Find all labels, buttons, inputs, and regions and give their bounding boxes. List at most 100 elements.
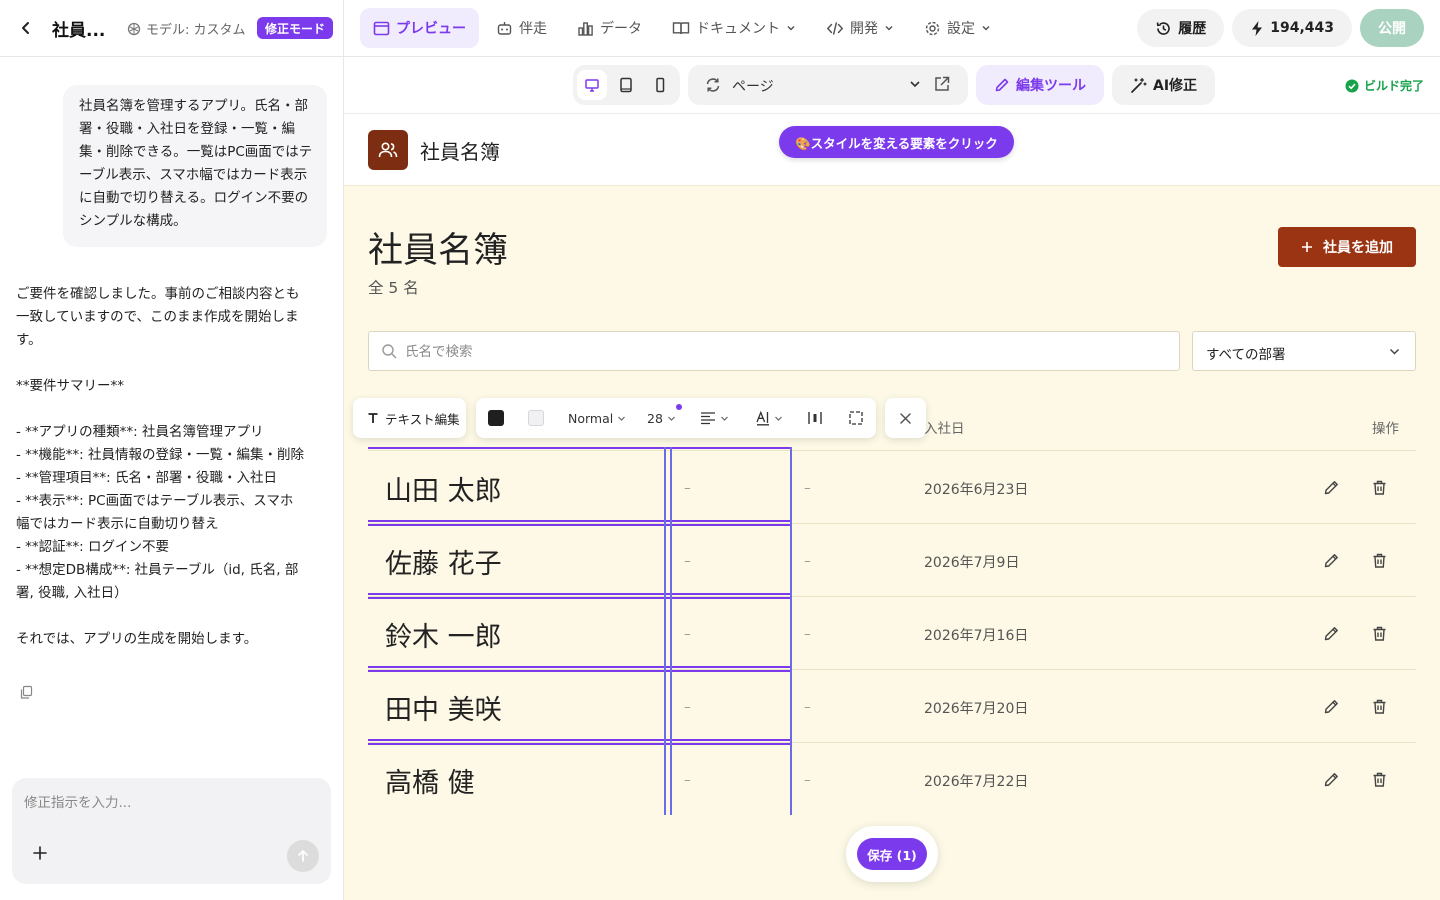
delete-row-button[interactable] [1371, 625, 1388, 646]
selection-outline [368, 447, 792, 449]
close-icon [900, 412, 911, 424]
nav-preview[interactable]: プレビュー [360, 8, 479, 48]
delete-row-button[interactable] [1371, 552, 1388, 573]
row-name[interactable]: 高橋 健 [385, 761, 475, 800]
copy-icon[interactable] [19, 685, 34, 704]
row-hire-date: 2026年7月16日 [924, 628, 1029, 644]
nav-docs[interactable]: ドキュメント [659, 8, 809, 48]
save-button[interactable]: 保存 (1) [857, 838, 927, 870]
project-header: 社員... モデル: カスタム 修正モード [0, 0, 344, 56]
row-name[interactable]: 鈴木 一郎 [385, 615, 502, 654]
main-nav: プレビュー 伴走 データ ドキュメント 開発 設定 [360, 8, 1004, 48]
trash-icon [1373, 553, 1386, 568]
edit-row-button[interactable] [1323, 552, 1340, 573]
top-actions: 履歴 194,443 公開 [1137, 8, 1424, 48]
column-header-actions: 操作 [1372, 421, 1399, 437]
chevron-down-icon [787, 25, 795, 31]
row-name[interactable]: 山田 太郎 [385, 469, 502, 508]
row-hire-date: 2026年6月23日 [924, 482, 1029, 498]
border-button[interactable] [848, 410, 864, 426]
text-edit-button[interactable]: テキスト編集 [353, 398, 466, 438]
click-hint-banner: 🎨スタイルを変える要素をクリック [779, 126, 1014, 158]
desktop-icon [585, 79, 599, 92]
model-icon [127, 22, 141, 35]
edit-row-button[interactable] [1323, 771, 1340, 792]
text-style-toolbar: Normal 28 [476, 398, 876, 438]
chevron-down-icon [721, 416, 728, 421]
chevron-down-icon [618, 416, 626, 421]
credits-button[interactable]: 194,443 [1232, 9, 1352, 47]
selection-outline [368, 597, 792, 599]
page-title[interactable]: 社員名簿 [368, 222, 508, 273]
text-icon [368, 413, 378, 423]
row-name[interactable]: 佐藤 花子 [385, 542, 502, 581]
pencil-icon [1324, 554, 1338, 568]
plus-icon[interactable] [32, 845, 48, 865]
trash-icon [1373, 699, 1386, 714]
selection-outline [368, 593, 792, 595]
delete-row-button[interactable] [1371, 698, 1388, 719]
pencil-icon [1324, 481, 1338, 495]
back-button[interactable] [14, 16, 38, 40]
delete-row-button[interactable] [1371, 771, 1388, 792]
pencil-icon [995, 78, 1009, 92]
send-button[interactable] [287, 840, 319, 872]
ai-fix-label: AI修正 [1153, 78, 1198, 94]
chat-panel: 社員名簿を管理するアプリ。氏名・部署・役職・入社日を登録・一覧・編集・削除できる… [0, 57, 344, 900]
refresh-icon[interactable] [704, 76, 722, 98]
selection-outline [664, 447, 666, 815]
app-name: 社員... [52, 21, 106, 41]
nav-data[interactable]: データ [564, 8, 655, 48]
tablet-view-button[interactable] [611, 70, 641, 100]
code-icon [826, 21, 844, 35]
mode-badge: 修正モード [257, 17, 334, 39]
row-role: – [804, 626, 811, 642]
row-name[interactable]: 田中 美咲 [385, 688, 502, 727]
page-selector[interactable]: ページ [688, 65, 968, 105]
font-size-select[interactable]: 28 [647, 411, 676, 426]
row-hire-date: 2026年7月20日 [924, 701, 1029, 717]
font-size-value: 28 [647, 411, 663, 426]
add-employee-button[interactable]: 社員を追加 [1278, 227, 1416, 267]
nav-settings[interactable]: 設定 [911, 8, 1004, 48]
external-link-icon[interactable] [933, 75, 951, 97]
selection-outline [368, 743, 792, 745]
text-style-select[interactable]: Normal [568, 411, 626, 426]
selection-outline [790, 447, 792, 815]
nav-dev[interactable]: 開発 [813, 8, 907, 48]
search-input[interactable] [405, 341, 1145, 363]
arrow-up-icon [298, 850, 308, 862]
department-filter[interactable]: すべての部署 [1192, 331, 1416, 371]
background-color-swatch[interactable] [528, 410, 544, 426]
nav-companion[interactable]: 伴走 [483, 8, 560, 48]
edit-row-button[interactable] [1323, 698, 1340, 719]
text-color-swatch[interactable] [488, 410, 504, 426]
employee-count: 全 5 名 [368, 279, 419, 297]
edit-row-button[interactable] [1323, 479, 1340, 500]
chat-input[interactable]: 修正指示を入力... [12, 778, 331, 884]
row-role: – [804, 772, 811, 788]
window-icon [373, 21, 390, 35]
ai-fix-button[interactable]: AI修正 [1112, 65, 1216, 105]
delete-row-button[interactable] [1371, 479, 1388, 500]
model-selector[interactable]: モデル: カスタム [127, 19, 246, 38]
save-container: 保存 (1) [846, 826, 938, 882]
text-align-select[interactable] [700, 410, 729, 426]
close-toolbar-button[interactable] [885, 398, 926, 438]
chevron-down-icon [775, 416, 782, 421]
edit-tools-button[interactable]: 編集ツール [976, 65, 1104, 105]
model-label: モデル: カスタム [146, 23, 246, 38]
nav-label: 開発 [850, 21, 878, 37]
publish-button[interactable]: 公開 [1360, 9, 1424, 47]
chevron-down-icon [982, 25, 990, 31]
spacing-button[interactable] [807, 410, 823, 426]
desktop-view-button[interactable] [577, 70, 607, 100]
mobile-view-button[interactable] [645, 70, 675, 100]
edit-tools-label: 編集ツール [1016, 78, 1086, 94]
row-department: – [684, 553, 691, 569]
edit-row-button[interactable] [1323, 625, 1340, 646]
history-button[interactable]: 履歴 [1137, 9, 1225, 47]
font-select[interactable] [756, 410, 783, 426]
page-label: ページ [732, 79, 774, 95]
plus-icon [1302, 242, 1312, 252]
